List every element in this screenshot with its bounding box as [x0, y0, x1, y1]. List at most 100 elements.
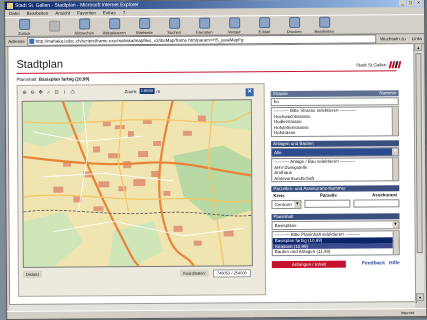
map-panel: ⊕ ⊖ ✥ ⌕ ⊡ ⅰ ⎙ Zoom: 1:8500 m × Distanz K… — [16, 83, 267, 297]
favorites-button[interactable]: Favoriten — [191, 17, 217, 34]
pan-icon[interactable]: ✥ — [38, 90, 44, 96]
printer-icon — [288, 16, 300, 28]
scroll-down-icon[interactable]: ▼ — [416, 293, 425, 302]
sidebar: Strasse Nummer ho ---------- Bitte Stras… — [270, 90, 400, 268]
info-icon[interactable]: ⅰ — [62, 90, 68, 96]
go-button[interactable]: Wechseln zu — [378, 36, 408, 41]
parzelle-input[interactable] — [304, 199, 351, 209]
browser-icon — [7, 2, 14, 9]
list-scrollbar[interactable] — [392, 158, 399, 181]
facilities-list[interactable]: ---------- Anlage / Bau selektieren ----… — [271, 157, 400, 183]
feedback-link[interactable]: Feedback — [362, 261, 385, 267]
forward-arrow-icon — [48, 20, 60, 32]
plan-info: Planinhalt: Basisplan farbig (10,99) — [17, 76, 90, 82]
help-link[interactable]: Hilfe — [389, 260, 400, 266]
zoom-control: Zoom: 1:8500 m — [124, 87, 161, 95]
stop-icon — [78, 17, 90, 29]
list-scrollbar[interactable] — [391, 107, 398, 136]
menu-help[interactable]: ? — [123, 9, 126, 16]
scroll-up-icon[interactable]: ▲ — [414, 43, 423, 52]
zoom-window-icon[interactable]: ⌕ — [46, 90, 52, 96]
street-input[interactable]: ho — [270, 97, 399, 107]
address-label: Adresse — [8, 38, 25, 44]
page-content: Stadtplan Stadt St.Gallen Planinhalt: Ba… — [7, 43, 418, 306]
print-button[interactable]: Drucken — [281, 16, 307, 34]
full-extent-icon[interactable]: ⊡ — [54, 90, 60, 96]
edit-icon — [318, 16, 330, 28]
plan-content-header: Planinhalt — [271, 213, 400, 221]
plan-content-list[interactable]: ---------- Bitte Planinhalt selektieren … — [271, 230, 400, 256]
parcel-inputs: Centrum — [271, 199, 400, 211]
list-item[interactable]: Bauten und Anlagen (11.99) — [273, 248, 399, 254]
close-button[interactable]: × — [415, 0, 423, 7]
mail-button[interactable]: E-Mail — [251, 16, 277, 34]
assekuranz-input[interactable] — [353, 199, 400, 208]
home-button[interactable]: Startseite — [131, 17, 157, 35]
facilities-select[interactable]: Alle — [271, 147, 400, 158]
menu-edit[interactable]: Bearbeiten — [27, 10, 49, 17]
security-zone: Internet — [400, 310, 415, 316]
city-logo-icon — [388, 61, 402, 69]
close-map-icon[interactable]: × — [245, 88, 254, 97]
status-bar: Internet — [7, 308, 427, 319]
coords-label: Koordinaten: — [180, 269, 209, 277]
menu-file[interactable]: Datei — [9, 10, 20, 17]
links-button[interactable]: Links — [410, 36, 425, 41]
plan-value: Basisplan farbig (10,99) — [38, 76, 90, 82]
menu-view[interactable]: Ansicht — [55, 10, 70, 17]
map-image — [22, 100, 252, 267]
mail-icon — [258, 16, 270, 28]
scroll-thumb[interactable] — [415, 53, 423, 254]
city-map[interactable] — [21, 99, 253, 268]
refresh-icon — [108, 17, 120, 29]
kreis-label: Kreis — [273, 193, 285, 199]
browser-window: Stadt St. Gallen - Stadtplan - Microsoft… — [4, 0, 427, 320]
page-scrollbar[interactable]: ▲ ▼ — [413, 43, 425, 302]
list-scrollbar[interactable] — [392, 231, 399, 255]
map-footer: Distanz Koordinaten: 746052 / 254000 — [22, 268, 251, 279]
zoom-label: Zoom: — [124, 88, 138, 94]
star-icon — [198, 17, 210, 29]
zoom-out-icon[interactable]: ⊖ — [30, 90, 36, 96]
search-button[interactable]: Suchen — [161, 17, 187, 34]
menu-favorites[interactable]: Favoriten — [77, 9, 96, 16]
city-header: Stadt St.Gallen — [356, 61, 402, 69]
bottom-actions: Anfangen / Inhalt Feedback Hilfe — [271, 260, 400, 268]
zoom-input[interactable]: 1:8500 — [139, 87, 155, 95]
window-title: Stadt St. Gallen - Stadtplan - Microsoft… — [15, 2, 139, 9]
edit-button[interactable]: Bearbeiten — [311, 16, 337, 33]
title-divider — [16, 70, 397, 74]
print-map-icon[interactable]: ⎙ — [70, 90, 76, 96]
back-button[interactable]: Zurück — [11, 18, 37, 35]
distance-label: Distanz — [22, 270, 43, 278]
page-title: Stadtplan — [16, 58, 63, 71]
street-header: Strasse Nummer — [270, 90, 399, 98]
menu-tools[interactable]: Extras — [103, 9, 116, 16]
list-item[interactable]: Hofstrasse — [272, 130, 398, 136]
forward-button[interactable] — [41, 20, 67, 33]
stop-button[interactable]: Abbrechen — [71, 17, 97, 35]
plan-content-select[interactable]: Basispläne — [271, 220, 400, 231]
maximize-button[interactable]: □ — [407, 0, 415, 7]
coords-value: 746052 / 254000 — [212, 268, 251, 278]
parzelle-label: Parzelle — [319, 193, 337, 199]
street-list[interactable]: ---------- Bitte Strasse selektieren ---… — [270, 106, 399, 138]
history-button[interactable]: Verlauf — [221, 16, 247, 34]
map-toolbar: ⊕ ⊖ ✥ ⌕ ⊡ ⅰ ⎙ — [22, 90, 76, 96]
history-icon — [228, 16, 240, 28]
start-content-button[interactable]: Anfangen / Inhalt — [271, 260, 346, 268]
refresh-button[interactable]: Aktualisieren — [101, 17, 127, 35]
zoom-in-icon[interactable]: ⊕ — [22, 90, 28, 96]
list-item[interactable]: Amtsvormundschaft — [272, 175, 398, 181]
assekuranz-label: Assekuranz — [372, 192, 398, 198]
kreis-select[interactable]: Centrum — [271, 200, 302, 210]
search-icon — [168, 17, 180, 29]
city-name: Stadt St.Gallen — [356, 62, 387, 68]
plan-label: Planinhalt: — [16, 76, 38, 82]
zoom-unit: m — [156, 88, 161, 94]
facilities-header: Anlagen und Bauten — [270, 140, 400, 148]
back-arrow-icon — [18, 18, 30, 30]
window-controls: _ □ × — [399, 0, 423, 7]
minimize-button[interactable]: _ — [399, 0, 407, 7]
home-icon — [138, 17, 150, 29]
